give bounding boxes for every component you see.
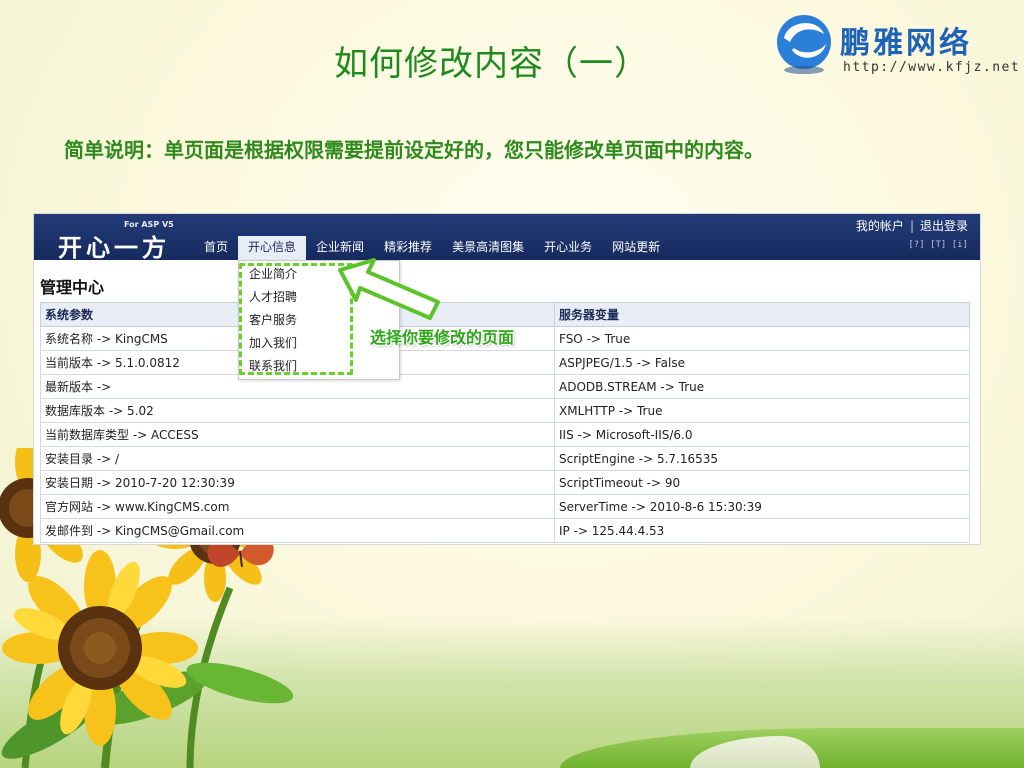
table-cell: ServerTime -> 2010-8-6 15:30:39	[554, 494, 970, 519]
help-tools[interactable]: [?] [T] [i]	[908, 240, 968, 250]
table-cell: IP -> 125.44.4.53	[554, 518, 970, 543]
table-row: 安装日期 -> 2010-7-20 12:30:39 ScriptTimeout …	[40, 470, 970, 495]
table-row: 当前版本 -> 5.1.0.0812 ASPJPEG/1.5 -> False	[40, 350, 970, 375]
dropdown-item-recruitment[interactable]: 人才招聘	[249, 288, 297, 305]
nav-home[interactable]: 首页	[194, 236, 238, 260]
logo-swirl-icon	[777, 15, 831, 74]
table-cell: FSO -> True	[554, 326, 970, 351]
table-cell: ASPJPEG/1.5 -> False	[554, 350, 970, 375]
logo-url: http://www.kfjz.net	[843, 60, 1021, 75]
table-cell: 当前数据库类型 -> ACCESS	[40, 422, 555, 447]
slide-description: 简单说明：单页面是根据权限需要提前设定好的，您只能修改单页面中的内容。	[64, 138, 764, 162]
table-header-row: 系统参数 服务器变量	[40, 302, 970, 327]
panel-title: 管理中心	[40, 278, 105, 297]
nav-kaixin-info[interactable]: 开心信息	[238, 236, 307, 260]
account-links: 我的帐户 | 退出登录	[856, 217, 968, 234]
table-row: 官方网站 -> www.KingCMS.com ServerTime -> 201…	[40, 494, 970, 519]
dropdown-item-customer-service[interactable]: 客户服务	[249, 311, 297, 328]
dropdown-item-contact-us[interactable]: 联系我们	[249, 357, 297, 374]
logout-link[interactable]: 退出登录	[920, 219, 968, 233]
table-cell: 官方网站 -> www.KingCMS.com	[40, 494, 555, 519]
admin-screenshot: For ASP V5 开心一方 首页 开心信息 企业新闻 精彩推荐 美景高清图集…	[34, 214, 980, 544]
nav-business[interactable]: 开心业务	[534, 236, 602, 260]
table-row: 安装目录 -> / ScriptEngine -> 5.7.16535	[40, 446, 970, 471]
table-cell: 安装日期 -> 2010-7-20 12:30:39	[40, 470, 555, 495]
table-cell: ScriptTimeout -> 90	[554, 470, 970, 495]
main-nav: 首页 开心信息 企业新闻 精彩推荐 美景高清图集 开心业务 网站更新	[194, 236, 670, 260]
logo-name: 鹏雅网络	[840, 26, 972, 61]
nav-featured[interactable]: 精彩推荐	[374, 236, 442, 260]
dropdown-item-join-us[interactable]: 加入我们	[249, 334, 297, 351]
table-row: 最新版本 -> ADODB.STREAM -> True	[40, 374, 970, 399]
brand-logo: 鹏雅网络 http://www.kfjz.net	[772, 12, 1019, 82]
table-cell: ScriptEngine -> 5.7.16535	[554, 446, 970, 471]
brand-name: 开心一方	[58, 234, 170, 262]
table-cell: ADODB.STREAM -> True	[554, 374, 970, 399]
table-row: 发邮件到 -> KingCMS@Gmail.com IP -> 125.44.4.…	[40, 518, 970, 543]
table-cell: 发邮件到 -> KingCMS@Gmail.com	[40, 518, 555, 543]
slide-title: 如何修改内容（一）	[334, 44, 649, 84]
annotation-callout: 选择你要修改的页面	[370, 328, 515, 347]
table-row: 数据库版本 -> 5.02 XMLHTTP -> True	[40, 398, 970, 423]
annotation-arrow-icon	[338, 258, 440, 320]
column-header-server: 服务器变量	[554, 302, 970, 327]
table-cell: XMLHTTP -> True	[554, 398, 970, 423]
nav-hd-gallery[interactable]: 美景高清图集	[442, 236, 534, 260]
nav-company-news[interactable]: 企业新闻	[306, 236, 374, 260]
table-cell: 数据库版本 -> 5.02	[40, 398, 555, 423]
table-cell: IIS -> Microsoft-IIS/6.0	[554, 422, 970, 447]
nav-site-updates[interactable]: 网站更新	[602, 236, 670, 260]
table-row: 当前数据库类型 -> ACCESS IIS -> Microsoft-IIS/6.…	[40, 422, 970, 447]
admin-topbar: For ASP V5 开心一方 首页 开心信息 企业新闻 精彩推荐 美景高清图集…	[34, 214, 980, 262]
account-separator: |	[909, 219, 914, 233]
table-cell: 安装目录 -> /	[40, 446, 555, 471]
my-account-link[interactable]: 我的帐户	[856, 219, 904, 233]
dropdown-item-company-profile[interactable]: 企业简介	[249, 265, 297, 282]
